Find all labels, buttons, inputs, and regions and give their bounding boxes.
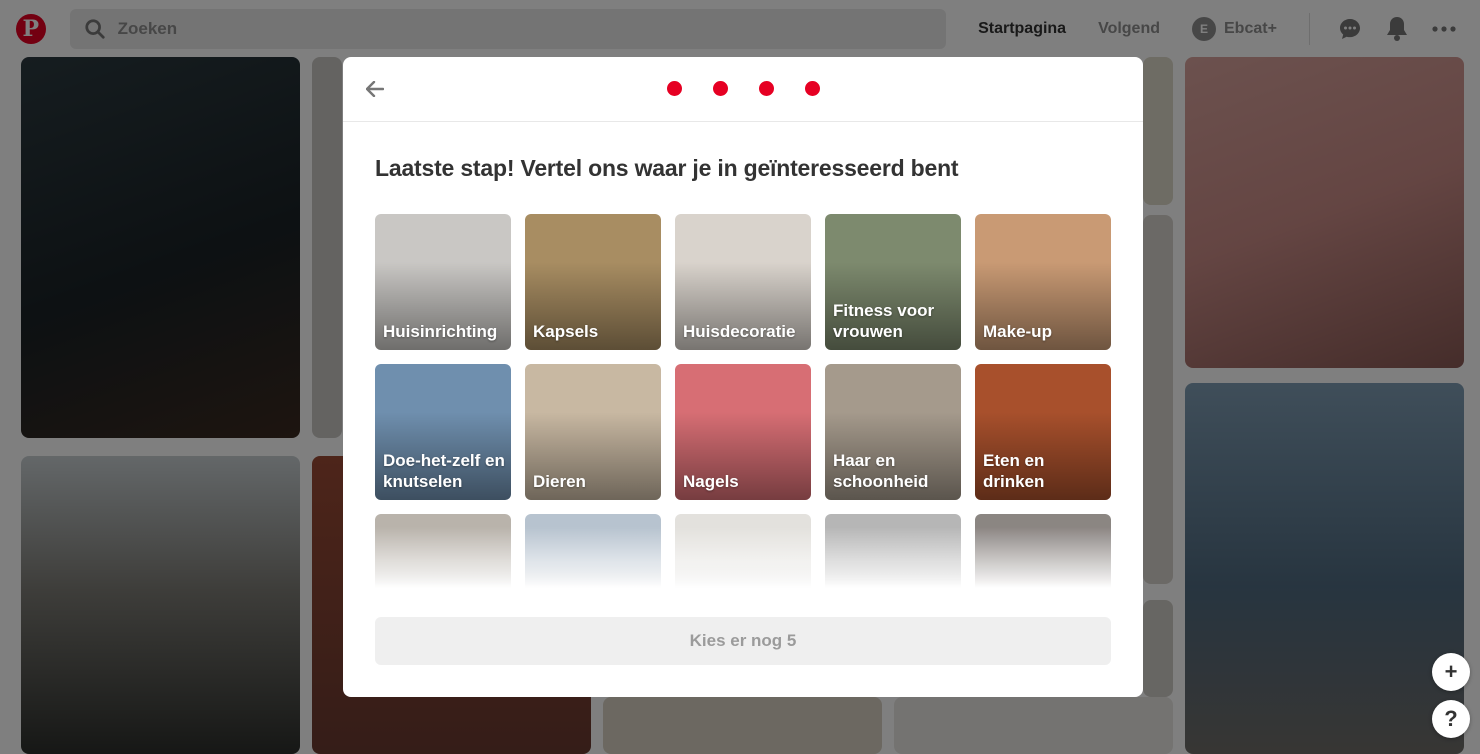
topic-tile[interactable]: Eten en drinken (975, 364, 1111, 500)
topic-tile[interactable] (375, 514, 511, 602)
topic-label: Make-up (983, 322, 1052, 341)
tile-shade (825, 561, 961, 602)
topic-tile[interactable]: Kapsels (525, 214, 661, 350)
add-pin-button[interactable]: + (1432, 653, 1470, 691)
step-indicator (667, 81, 851, 96)
topic-label: Fitness voor vrouwen (833, 301, 935, 341)
topic-tile[interactable]: Doe-het-zelf en knutselen (375, 364, 511, 500)
tile-shade (525, 561, 661, 602)
topic-tile[interactable]: Haar en schoonheid (825, 364, 961, 500)
topic-label: Eten en drinken (983, 451, 1045, 491)
topic-label: Kapsels (533, 322, 599, 341)
topic-tile[interactable] (525, 514, 661, 602)
topic-tile[interactable] (825, 514, 961, 602)
topic-label: Dieren (533, 472, 586, 491)
back-button[interactable] (363, 77, 387, 101)
step-dot (805, 81, 820, 96)
help-button[interactable]: ? (1432, 700, 1470, 738)
modal-title: Laatste stap! Vertel ons waar je in geïn… (375, 155, 959, 181)
topic-tile[interactable] (975, 514, 1111, 602)
step-dot (667, 81, 682, 96)
topic-tile[interactable]: Huisinrichting (375, 214, 511, 350)
tile-shade (975, 561, 1111, 602)
topic-label: Doe-het-zelf en knutselen (383, 451, 505, 491)
step-dot (713, 81, 728, 96)
plus-icon: + (1444, 659, 1458, 684)
topic-label: Huisdecoratie (683, 322, 796, 341)
topic-label: Haar en schoonheid (833, 451, 929, 491)
topic-tile[interactable] (675, 514, 811, 602)
question-icon: ? (1444, 706, 1458, 731)
topic-tile[interactable]: Huisdecoratie (675, 214, 811, 350)
topic-tile[interactable]: Nagels (675, 364, 811, 500)
tile-shade (675, 561, 811, 602)
tile-shade (375, 561, 511, 602)
topic-tile[interactable]: Make-up (975, 214, 1111, 350)
topic-label: Huisinrichting (383, 322, 498, 341)
topic-label: Nagels (683, 472, 739, 491)
topic-grid: Huisinrichting Kapsels Huisdecoratie Fitnes… (375, 214, 1111, 602)
onboarding-modal: Laatste stap! Vertel ons waar je in geïn… (343, 57, 1143, 697)
topic-tile[interactable]: Dieren (525, 364, 661, 500)
pick-more-button[interactable]: Kies er nog 5 (375, 617, 1111, 665)
topic-tile[interactable]: Fitness voor vrouwen (825, 214, 961, 350)
back-arrow-icon (366, 81, 384, 97)
modal-header (343, 57, 1143, 122)
step-dot (759, 81, 774, 96)
